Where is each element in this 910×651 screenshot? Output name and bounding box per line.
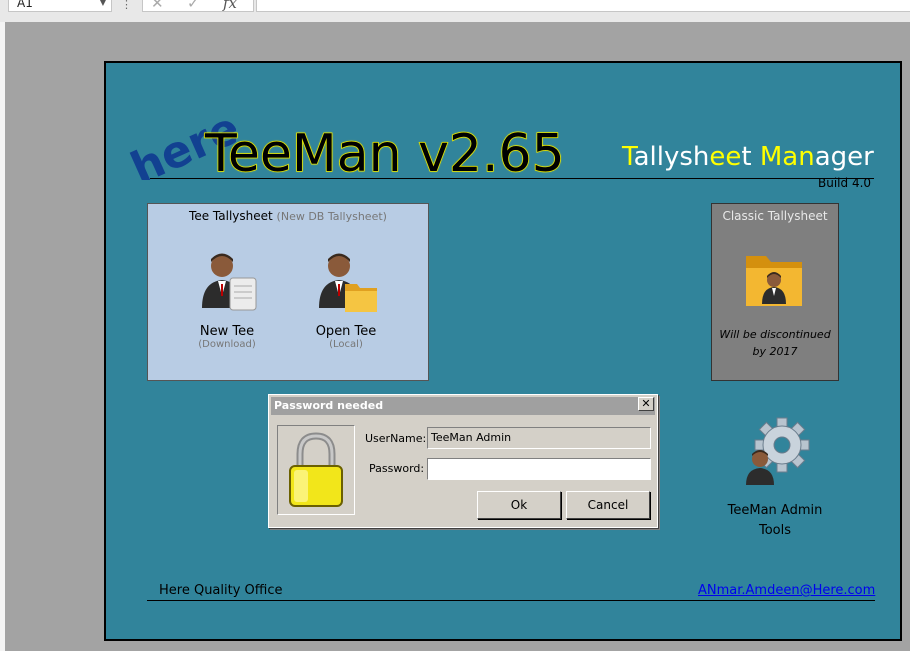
cancel-button[interactable]: Cancel	[566, 491, 650, 519]
check-icon[interactable]: ✓	[187, 0, 200, 12]
sheet-edge	[0, 22, 5, 651]
lock-icon	[289, 432, 343, 507]
classic-box-title: Classic Tallysheet	[722, 209, 828, 223]
title-divider	[150, 178, 874, 179]
tee-box-title: Tee Tallysheet (New DB Tallysheet)	[189, 209, 387, 223]
contact-email-link[interactable]: ANmar.Amdeen@Here.com	[698, 583, 875, 598]
ok-button[interactable]: Ok	[477, 491, 561, 519]
close-icon[interactable]: ✕	[638, 397, 654, 411]
open-tee-button[interactable]: Open Tee (Local)	[296, 246, 396, 350]
new-tee-label: New Tee	[199, 324, 255, 339]
lock-icon-frame	[277, 425, 355, 515]
app-title: TeeMan v2.65	[204, 123, 565, 185]
open-tee-sub: (Local)	[329, 339, 363, 350]
dialog-title: Password needed	[271, 397, 655, 415]
function-icon[interactable]: fx	[223, 0, 237, 12]
new-tee-button[interactable]: New Tee (Download)	[177, 246, 277, 350]
footer-office: Here Quality Office	[159, 583, 283, 598]
formula-buttons: ✕ ✓ fx	[142, 0, 254, 12]
classic-tallysheet-button[interactable]: Classic Tallysheet Will be discontinued …	[711, 203, 839, 381]
user-document-icon	[202, 253, 257, 311]
admin-tools-label: TeeMan Admin Tools	[727, 503, 823, 538]
user-folder-icon	[319, 253, 377, 312]
password-dialog: Password needed ✕ UserName: TeeMan Admin…	[268, 394, 658, 528]
username-label: UserName:	[365, 432, 427, 445]
formula-input[interactable]	[256, 0, 910, 12]
gear-user-icon	[746, 417, 810, 485]
build-label: Build 4.0	[818, 176, 872, 190]
admin-tools-button[interactable]: TeeMan Admin Tools	[718, 415, 832, 541]
password-label: Password:	[369, 462, 425, 475]
name-box-value: A1	[17, 0, 33, 10]
classic-note: Will be discontinued by 2017	[719, 328, 831, 358]
username-field[interactable]: TeeMan Admin	[427, 427, 651, 449]
app-tagline: Tallysheet Manager	[622, 142, 874, 172]
user-folder-icon	[746, 256, 802, 306]
new-tee-sub: (Download)	[198, 339, 256, 350]
formula-bar: A1 ▼ ⋮ ✕ ✓ fx	[0, 0, 910, 22]
name-box[interactable]: A1 ▼	[8, 0, 112, 12]
chevron-down-icon[interactable]: ▼	[100, 0, 106, 9]
cancel-icon[interactable]: ✕	[151, 0, 164, 12]
footer-divider	[147, 600, 875, 601]
tee-tallysheet-box: Tee Tallysheet (New DB Tallysheet) New T…	[147, 203, 429, 381]
password-field[interactable]	[427, 458, 651, 480]
open-tee-label: Open Tee	[315, 324, 377, 339]
more-icon[interactable]: ⋮	[121, 0, 132, 11]
